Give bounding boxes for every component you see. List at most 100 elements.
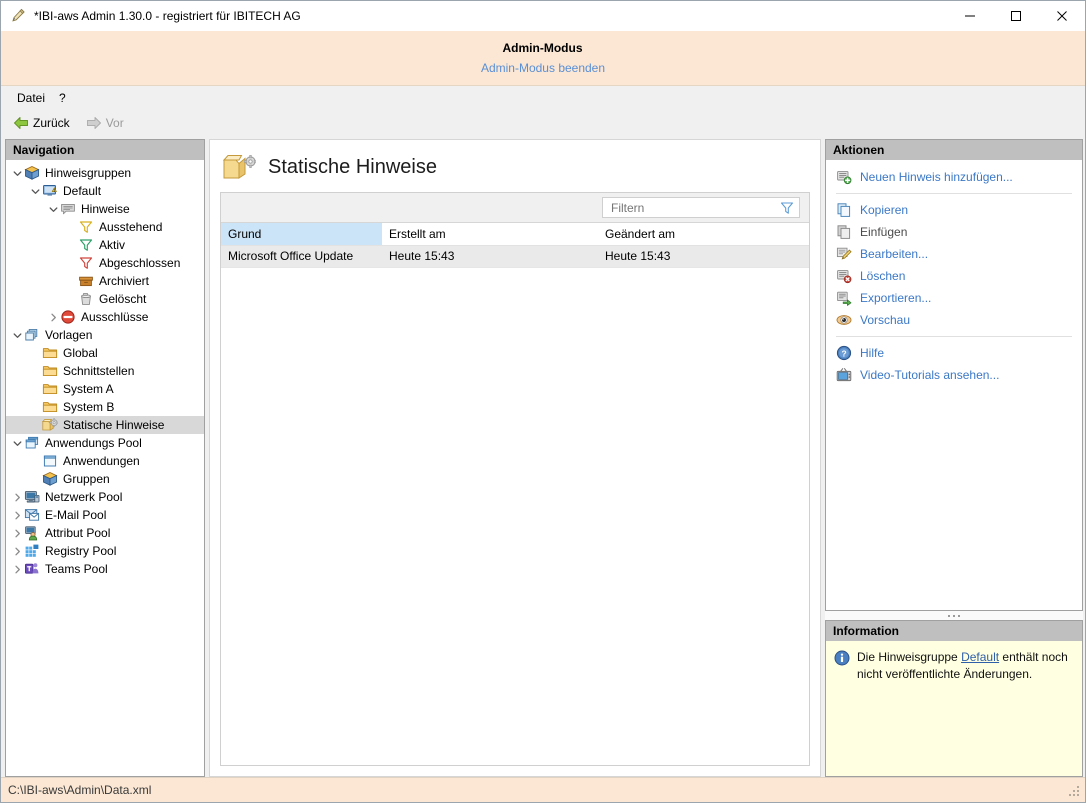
tree-indent: [6, 416, 28, 434]
tree-indent: [6, 182, 28, 200]
tree-item-teams-pool[interactable]: Teams Pool: [6, 560, 204, 578]
tree-item-e-mail-pool[interactable]: E-Mail Pool: [6, 506, 204, 524]
column-header-geaendert-am[interactable]: Geändert am: [598, 223, 809, 245]
navigation-tree[interactable]: HinweisgruppenDefaultHinweiseAusstehendA…: [6, 160, 204, 776]
action-kopieren[interactable]: Kopieren: [826, 199, 1082, 221]
tree-expander-placeholder: [28, 452, 42, 470]
tree-item-gruppen[interactable]: Gruppen: [6, 470, 204, 488]
tree-item-hinweise[interactable]: Hinweise: [6, 200, 204, 218]
tree-item-label: Aktiv: [99, 236, 125, 254]
tree-item-label: Gruppen: [63, 470, 110, 488]
close-button[interactable]: [1039, 1, 1085, 31]
tree-item-abgeschlossen[interactable]: Abgeschlossen: [6, 254, 204, 272]
action-label: Exportieren...: [860, 291, 931, 305]
tree-item-label: Ausstehend: [99, 218, 162, 236]
minimize-button[interactable]: [947, 1, 993, 31]
panel-splitter[interactable]: [825, 611, 1083, 620]
information-text: Die Hinweisgruppe Default enthält noch n…: [857, 649, 1072, 683]
tv-icon: [836, 367, 852, 383]
tree-indent: [6, 254, 64, 272]
status-bar: C:\IBI-aws\Admin\Data.xml: [1, 777, 1085, 802]
tree-item-system-b[interactable]: System B: [6, 398, 204, 416]
tree-item-anwendungen[interactable]: Anwendungen: [6, 452, 204, 470]
action-video-tutorials-ansehen[interactable]: Video-Tutorials ansehen...: [826, 364, 1082, 386]
registry-grid-icon: [24, 543, 40, 559]
tree-item-vorlagen[interactable]: Vorlagen: [6, 326, 204, 344]
svg-text:?: ?: [841, 348, 846, 358]
chevron-right-icon[interactable]: [10, 542, 24, 560]
tree-item-hinweisgruppen[interactable]: Hinweisgruppen: [6, 164, 204, 182]
action-hilfe[interactable]: ?Hilfe: [826, 342, 1082, 364]
chevron-right-icon[interactable]: [10, 560, 24, 578]
tree-item-system-a[interactable]: System A: [6, 380, 204, 398]
funnel-icon[interactable]: [779, 200, 795, 216]
tree-indent: [6, 344, 28, 362]
information-text-before: Die Hinweisgruppe: [857, 650, 961, 664]
trash-icon: [78, 291, 94, 307]
chevron-right-icon[interactable]: [10, 488, 24, 506]
filter-input-box[interactable]: [602, 197, 800, 218]
action-exportieren[interactable]: Exportieren...: [826, 287, 1082, 309]
tree-expander-placeholder: [64, 236, 78, 254]
computer-icon: [24, 489, 40, 505]
column-header-erstellt-am[interactable]: Erstellt am: [382, 223, 598, 245]
tree-item-registry-pool[interactable]: Registry Pool: [6, 542, 204, 560]
tree-item-label: Vorlagen: [45, 326, 92, 344]
tree-item-ausstehend[interactable]: Ausstehend: [6, 218, 204, 236]
arrow-right-icon: [86, 116, 102, 130]
chevron-right-icon[interactable]: [10, 506, 24, 524]
table-row[interactable]: Microsoft Office UpdateHeute 15:43Heute …: [221, 245, 809, 267]
actions-header: Aktionen: [826, 140, 1082, 160]
action-vorschau[interactable]: Vorschau: [826, 309, 1082, 331]
back-button[interactable]: Zurück: [7, 114, 76, 132]
tree-item-netzwerk-pool[interactable]: Netzwerk Pool: [6, 488, 204, 506]
note-add-icon: [836, 169, 852, 185]
action-label: Bearbeiten...: [860, 247, 928, 261]
information-link-default[interactable]: Default: [961, 650, 999, 664]
maximize-button[interactable]: [993, 1, 1039, 31]
chevron-right-icon[interactable]: [46, 308, 60, 326]
tree-item-label: Default: [63, 182, 101, 200]
tree-item-schnittstellen[interactable]: Schnittstellen: [6, 362, 204, 380]
back-label: Zurück: [33, 116, 70, 130]
menu-item-help[interactable]: ?: [52, 89, 73, 107]
action-neuen-hinweis-hinzuf-gen[interactable]: Neuen Hinweis hinzufügen...: [826, 166, 1082, 188]
filter-input[interactable]: [611, 201, 779, 215]
navigation-toolbar: Zurück Vor: [1, 109, 1085, 137]
tree-item-label: Hinweisgruppen: [45, 164, 131, 182]
column-header-grund[interactable]: Grund: [221, 223, 382, 245]
menu-item-datei[interactable]: Datei: [10, 89, 52, 107]
action-l-schen[interactable]: Löschen: [826, 265, 1082, 287]
chevron-down-icon[interactable]: [10, 164, 24, 182]
application-window: *IBI-aws Admin 1.30.0 - registriert für …: [0, 0, 1086, 803]
tree-item-statische-hinweise[interactable]: Statische Hinweise: [6, 416, 204, 434]
window-title: *IBI-aws Admin 1.30.0 - registriert für …: [34, 9, 301, 23]
tree-item-ausschl-sse[interactable]: Ausschlüsse: [6, 308, 204, 326]
tree-expander-placeholder: [64, 272, 78, 290]
splitter-grip-icon: [948, 615, 960, 617]
chevron-down-icon[interactable]: [10, 326, 24, 344]
admin-mode-title: Admin-Modus: [0, 41, 1085, 55]
chevron-down-icon[interactable]: [46, 200, 60, 218]
tree-item-label: Teams Pool: [45, 560, 108, 578]
table-cell: Microsoft Office Update: [221, 245, 382, 267]
resize-grip-icon[interactable]: [1068, 785, 1081, 798]
tree-item-global[interactable]: Global: [6, 344, 204, 362]
speech-bubble-icon: [60, 201, 76, 217]
chevron-right-icon[interactable]: [10, 524, 24, 542]
forward-button[interactable]: Vor: [80, 114, 130, 132]
tree-item-default[interactable]: Default: [6, 182, 204, 200]
action-bearbeiten[interactable]: Bearbeiten...: [826, 243, 1082, 265]
block-icon: [60, 309, 76, 325]
filter-bar: [221, 193, 809, 223]
tree-item-anwendungs-pool[interactable]: Anwendungs Pool: [6, 434, 204, 452]
chevron-down-icon[interactable]: [28, 182, 42, 200]
hints-grid: Grund Erstellt am Geändert am Microsoft …: [220, 192, 810, 766]
admin-mode-exit-link[interactable]: Admin-Modus beenden: [1, 61, 1085, 75]
page-title-row: Statische Hinweise: [210, 140, 820, 194]
tree-item-gel-scht[interactable]: Gelöscht: [6, 290, 204, 308]
tree-item-attribut-pool[interactable]: Attribut Pool: [6, 524, 204, 542]
tree-item-archiviert[interactable]: Archiviert: [6, 272, 204, 290]
chevron-down-icon[interactable]: [10, 434, 24, 452]
tree-item-aktiv[interactable]: Aktiv: [6, 236, 204, 254]
